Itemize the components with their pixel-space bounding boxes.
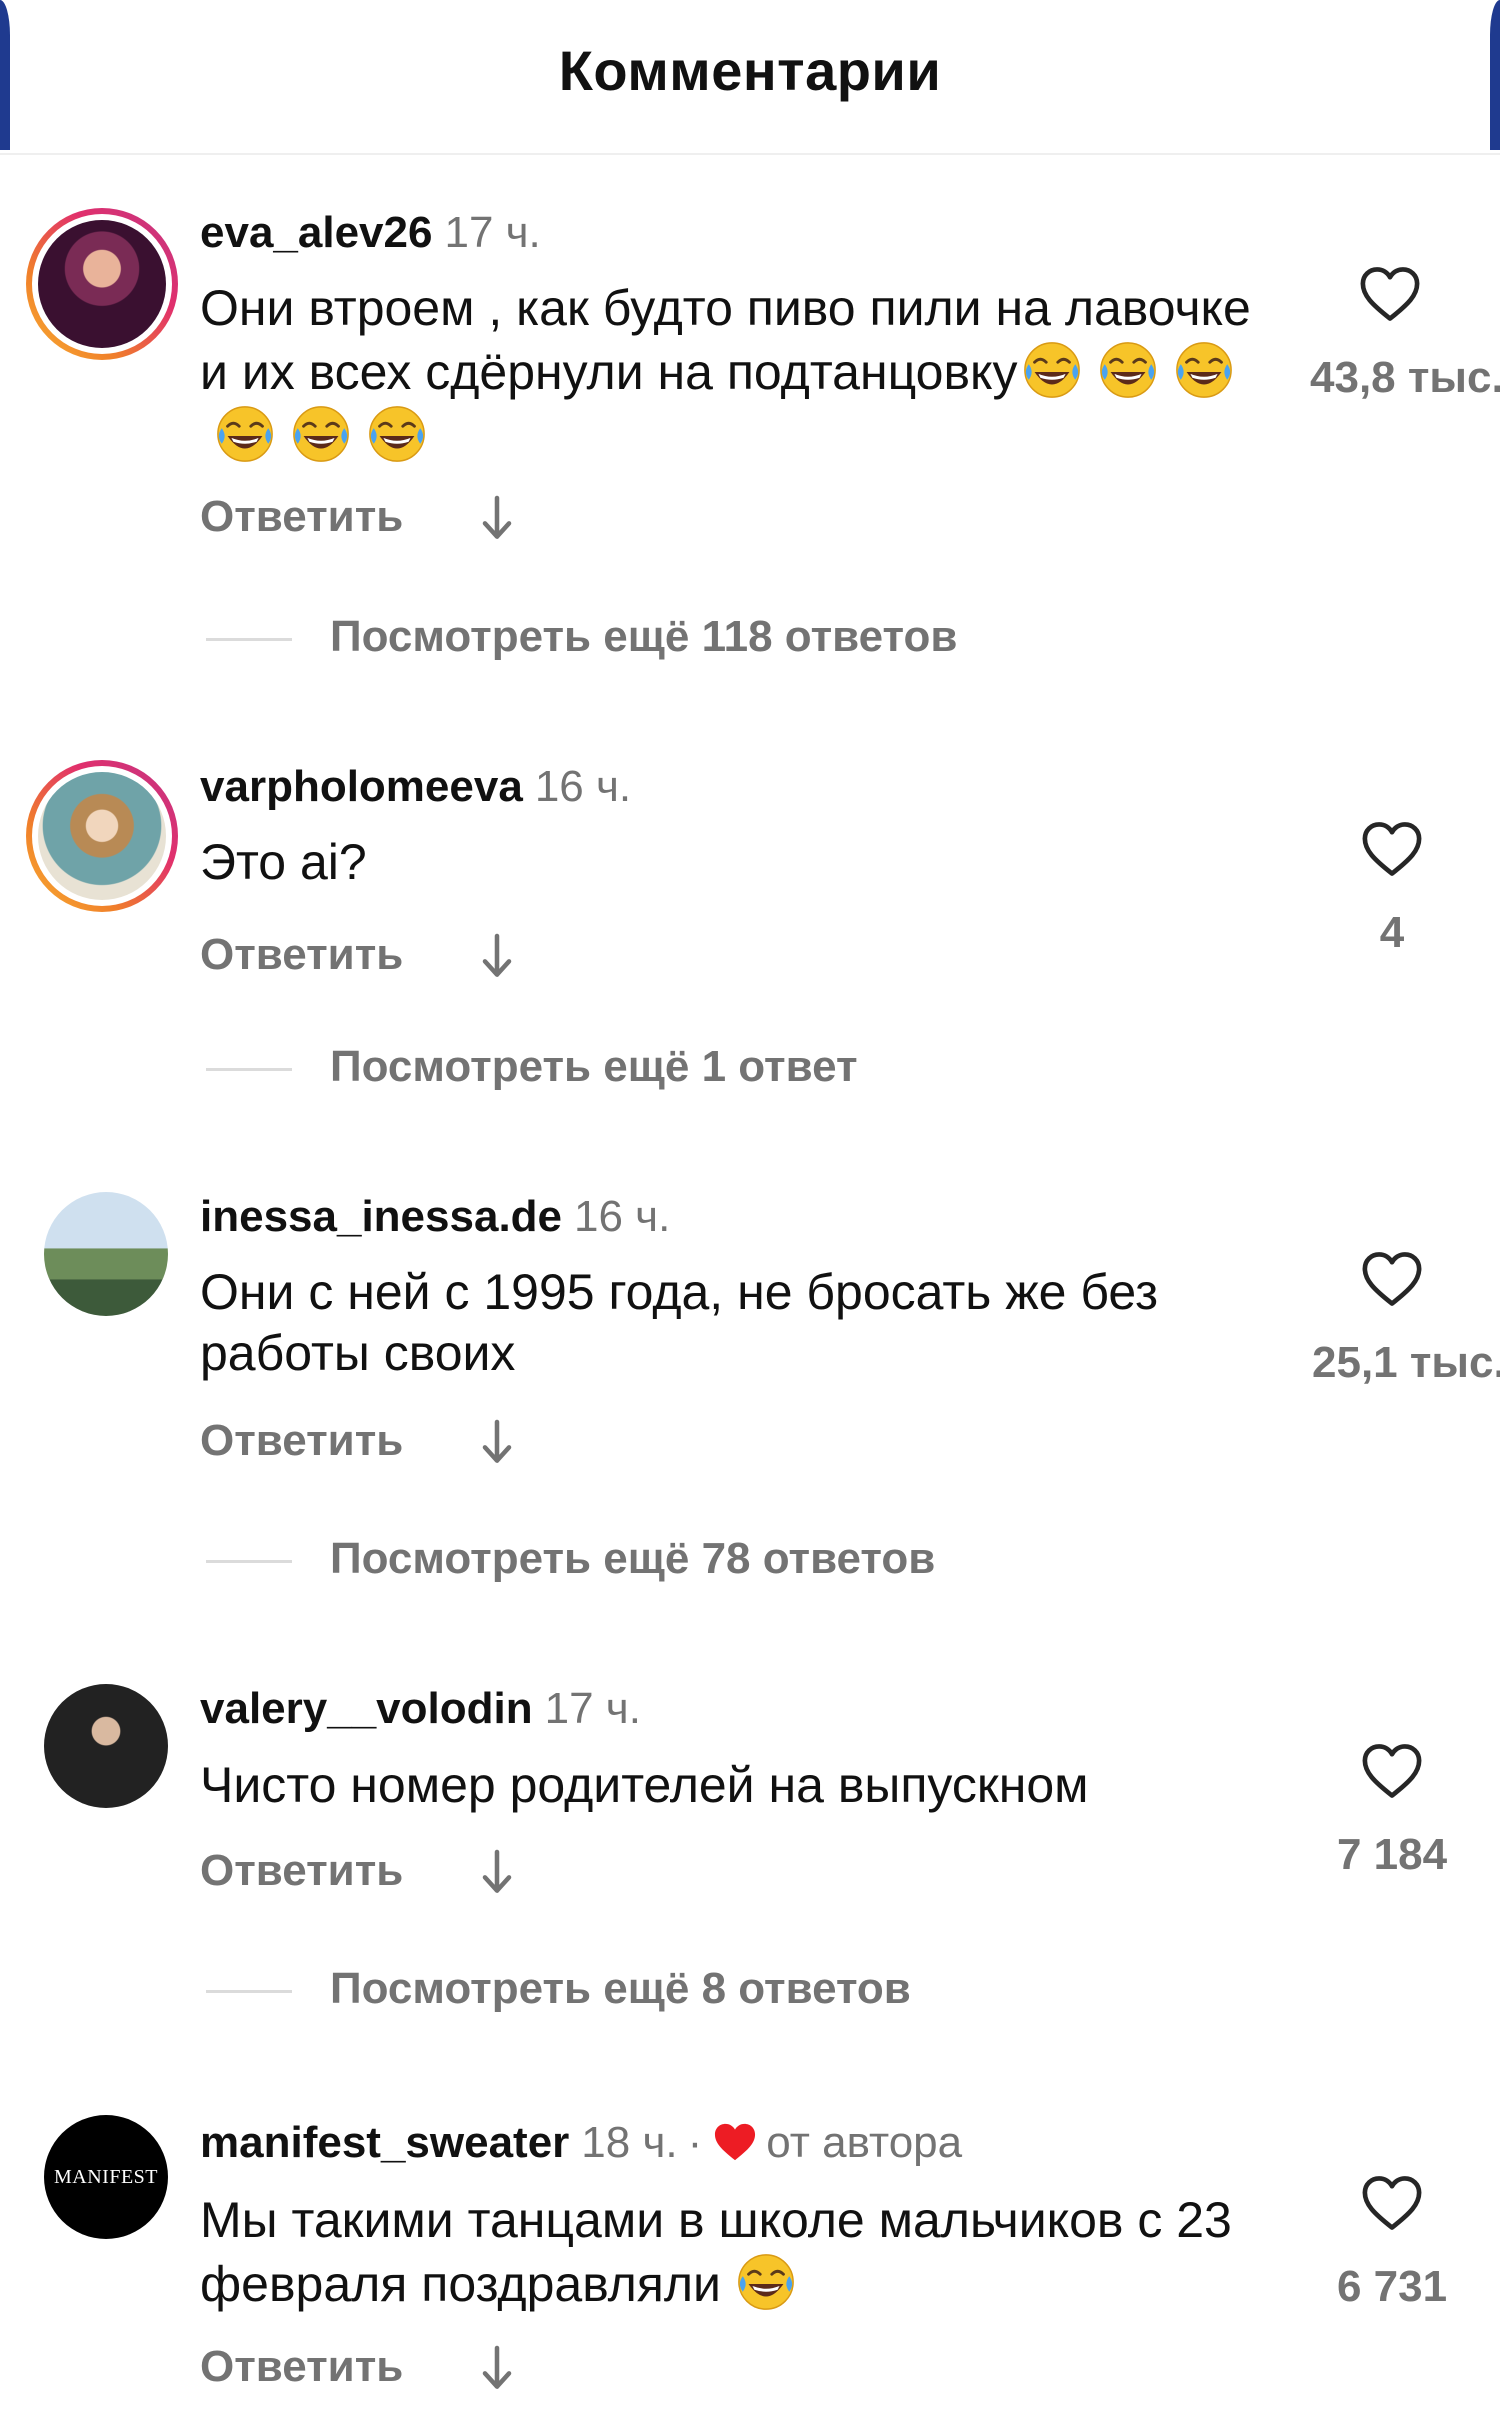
comment-text: Они с ней с 1995 года, не бросать же без… [200, 1264, 1159, 1381]
arrow-down-icon[interactable] [480, 2344, 514, 2392]
avatar-story-ring[interactable] [26, 760, 178, 912]
view-replies-button[interactable]: Посмотреть ещё 78 ответов [206, 1534, 935, 1584]
laughing-emoji-icon [735, 2251, 797, 2313]
like-control: 7 184 [1302, 1742, 1482, 1880]
heart-filled-icon [715, 2123, 756, 2161]
comment-text: Это ai? [200, 834, 367, 890]
comment-meta: manifest_sweater 18 ч. · от автора [200, 2118, 962, 2168]
laughing-emoji-icon [290, 403, 352, 465]
reply-button[interactable]: Ответить [200, 930, 403, 980]
replies-divider [206, 1067, 292, 1071]
avatar [38, 772, 166, 900]
replies-divider [206, 637, 292, 641]
comments-sheet: Комментарии eva_alev26 17 ч. Они втроем ,… [0, 0, 1500, 2418]
comment-text-content: Они втроем , как будто пиво пили на лаво… [200, 280, 1251, 400]
reply-button[interactable]: Ответить [200, 1416, 403, 1466]
view-replies-label: Посмотреть ещё 8 ответов [330, 1964, 911, 2013]
replies-divider [206, 1989, 292, 1993]
page-title: Комментарии [558, 39, 942, 102]
comment-time: 16 ч. [534, 762, 632, 811]
heart-outline-icon[interactable] [1361, 1250, 1423, 1308]
heart-outline-icon[interactable] [1361, 820, 1423, 878]
view-replies-button[interactable]: Посмотреть ещё 118 ответов [206, 612, 957, 662]
heart-outline-icon[interactable] [1361, 2174, 1423, 2232]
comment-meta: valery__volodin 17 ч. [200, 1684, 641, 1734]
view-replies-label: Посмотреть ещё 118 ответов [330, 612, 958, 661]
laughing-emoji-icon [366, 403, 428, 465]
laughing-emoji-icon [214, 403, 276, 465]
comment-text: Мы такими танцами в школе мальчиков с 23… [200, 2190, 1290, 2315]
replies-divider [206, 1559, 292, 1563]
like-count: 43,8 тыс. [1310, 353, 1500, 402]
laughing-emoji-icon [1097, 339, 1159, 401]
like-control: 25,1 тыс. [1302, 1250, 1500, 1388]
view-replies-label: Посмотреть ещё 78 ответов [330, 1534, 936, 1583]
arrow-down-icon[interactable] [480, 1848, 514, 1896]
view-replies-button[interactable]: Посмотреть ещё 8 ответов [206, 1964, 911, 2014]
username[interactable]: manifest_sweater [200, 2118, 569, 2167]
avatar [38, 220, 166, 348]
reply-button[interactable]: Ответить [200, 2342, 403, 2392]
avatar-story-ring[interactable] [26, 208, 178, 360]
like-count: 7 184 [1336, 1830, 1448, 1879]
view-replies-button[interactable]: Посмотреть ещё 1 ответ [206, 1042, 858, 1092]
avatar-logo-text: MANIFEST [53, 2165, 158, 2188]
like-control: 43,8 тыс. [1300, 265, 1500, 403]
author-badge: от автора [766, 2118, 963, 2167]
reply-button[interactable]: Ответить [200, 1846, 403, 1896]
avatar[interactable] [44, 1684, 168, 1808]
like-control: 6 731 [1302, 2174, 1482, 2312]
laughing-emoji-icon [1173, 339, 1235, 401]
like-count: 6 731 [1336, 2262, 1448, 2311]
meta-separator: · [687, 2118, 703, 2167]
comment-meta: inessa_inessa.de 16 ч. [200, 1192, 670, 1242]
avatar[interactable]: MANIFEST [44, 2115, 168, 2239]
avatar[interactable] [44, 1192, 168, 1316]
comment-meta: eva_alev26 17 ч. [200, 208, 541, 258]
arrow-down-icon[interactable] [480, 932, 514, 980]
username[interactable]: valery__volodin [200, 1684, 533, 1733]
like-count: 25,1 тыс. [1312, 1338, 1500, 1387]
username[interactable]: eva_alev26 [200, 208, 432, 257]
like-count: 4 [1379, 908, 1405, 957]
view-replies-label: Посмотреть ещё 1 ответ [330, 1042, 858, 1091]
comment-text-content: Мы такими танцами в школе мальчиков с 23… [200, 2192, 1232, 2312]
like-control: 4 [1302, 820, 1482, 958]
comment-time: 17 ч. [544, 1684, 641, 1733]
arrow-down-icon[interactable] [480, 494, 514, 542]
comment-time: 17 ч. [444, 208, 541, 257]
username[interactable]: inessa_inessa.de [200, 1192, 562, 1241]
heart-outline-icon[interactable] [1359, 265, 1421, 323]
comments-header: Комментарии [0, 0, 1500, 155]
arrow-down-icon[interactable] [480, 1418, 514, 1466]
reply-button[interactable]: Ответить [200, 492, 403, 542]
comment-meta: varpholomeeva 16 ч. [200, 762, 631, 812]
heart-outline-icon[interactable] [1361, 1742, 1423, 1800]
username[interactable]: varpholomeeva [200, 762, 523, 811]
comment-text: Они втроем , как будто пиво пили на лаво… [200, 278, 1260, 467]
comment-text: Чисто номер родителей на выпускном [200, 1757, 1089, 1813]
comment-time: 18 ч. [581, 2118, 678, 2167]
laughing-emoji-icon [1021, 339, 1083, 401]
comment-time: 16 ч. [574, 1192, 671, 1241]
